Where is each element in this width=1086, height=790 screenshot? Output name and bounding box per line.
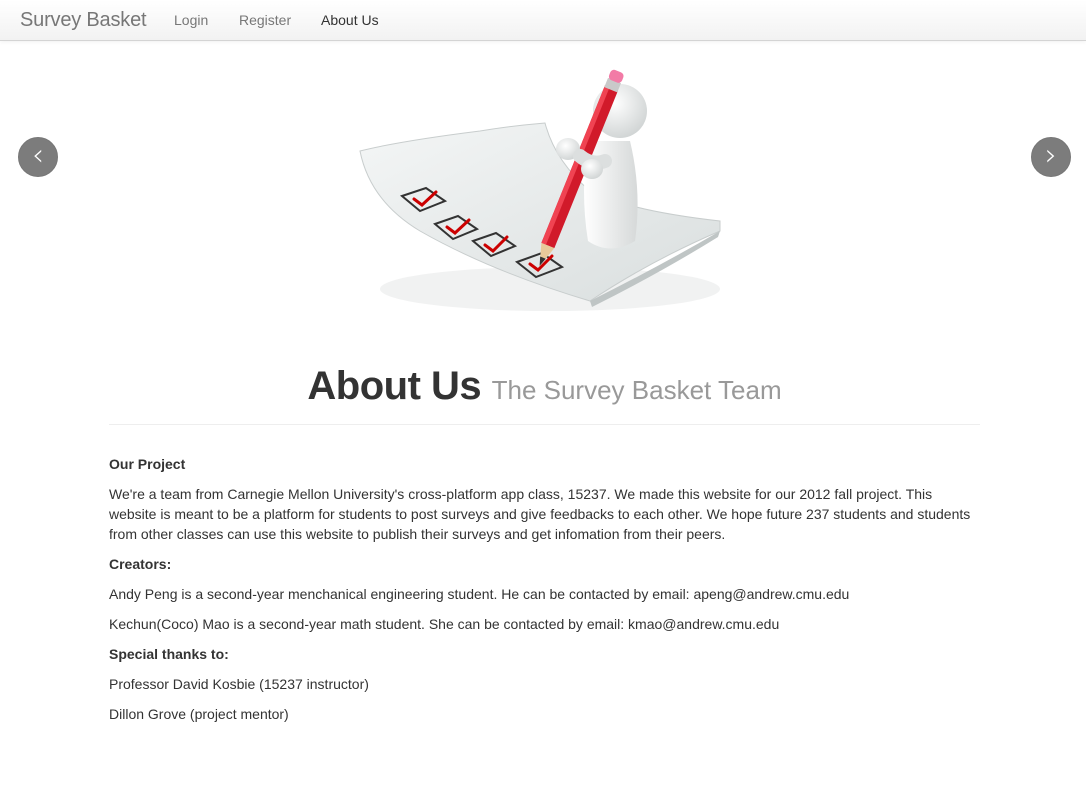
project-heading: Our Project — [109, 456, 186, 472]
page-header: About Us The Survey Basket Team — [109, 360, 980, 425]
thanks-heading: Special thanks to: — [109, 646, 229, 662]
carousel-prev-button[interactable]: ‹ — [18, 137, 58, 177]
page-subtitle: The Survey Basket Team — [491, 375, 782, 405]
nav-login[interactable]: Login — [174, 12, 208, 28]
creators-heading: Creators: — [109, 556, 172, 572]
navbar: Survey Basket Login Register About Us — [0, 0, 1086, 41]
thanks-david-kosbie: Professor David Kosbie (15237 instructor… — [109, 676, 369, 692]
chevron-left-icon: ‹ — [32, 138, 44, 173]
project-description: We're a team from Carnegie Mellon Univer… — [109, 486, 971, 542]
creator-andy-peng: Andy Peng is a second-year menchanical e… — [109, 586, 850, 602]
nav-about-us[interactable]: About Us — [321, 12, 379, 28]
brand-link[interactable]: Survey Basket — [20, 9, 147, 32]
page-title: About Us — [307, 364, 482, 408]
carousel: ‹ › — [0, 41, 1086, 341]
thanks-dillon-grove: Dillon Grove (project mentor) — [109, 706, 289, 722]
nav-register[interactable]: Register — [239, 12, 291, 28]
about-content: Our Project We're a team from Carnegie M… — [109, 454, 980, 734]
creator-coco-mao: Kechun(Coco) Mao is a second-year math s… — [109, 616, 780, 632]
survey-illustration — [359, 69, 721, 311]
carousel-next-button[interactable]: › — [1031, 137, 1071, 177]
chevron-right-icon: › — [1045, 138, 1057, 173]
